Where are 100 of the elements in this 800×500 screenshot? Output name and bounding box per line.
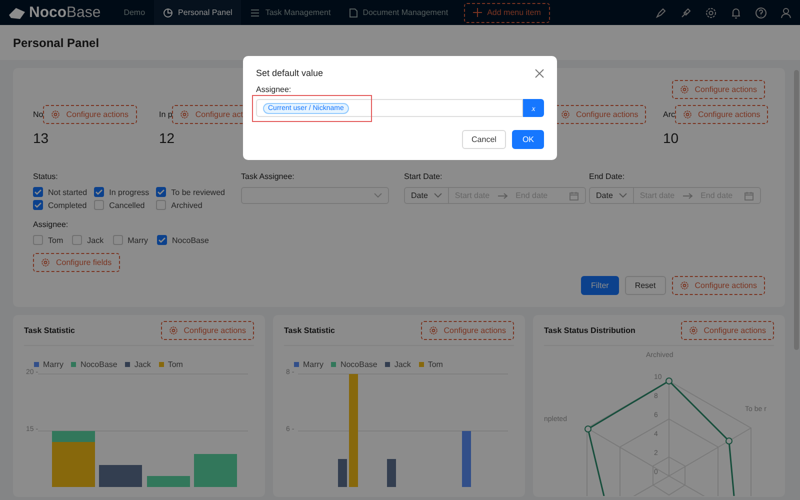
status-checkbox[interactable]: Archived: [156, 200, 225, 210]
chevron-down-icon: [374, 193, 382, 198]
date-type-select[interactable]: Date: [589, 187, 634, 204]
help-icon[interactable]: [755, 6, 767, 18]
configure-actions-button[interactable]: Configure actions: [675, 105, 768, 124]
menu-tab[interactable]: Task Management: [241, 0, 340, 25]
checkbox[interactable]: [156, 200, 166, 210]
add-menu-item-button[interactable]: Add menu item: [464, 2, 550, 22]
field-label: Start Date:: [404, 172, 444, 181]
configure-actions-button[interactable]: Configure actions: [160, 321, 254, 340]
checkbox[interactable]: [33, 200, 43, 210]
logo-text: Noco: [29, 4, 66, 21]
checkbox[interactable]: [157, 235, 168, 245]
statistic-value: 13: [33, 130, 50, 146]
configure-actions-button[interactable]: Configure actions: [43, 105, 136, 124]
bar: [147, 476, 190, 487]
variable-button[interactable]: x: [523, 99, 544, 117]
document-icon: [348, 8, 358, 18]
chart-title: Task Statistic: [284, 326, 335, 335]
status-checkbox[interactable]: To be reviewed: [156, 187, 225, 197]
data-point: [584, 426, 592, 432]
status-checkbox[interactable]: Cancelled: [94, 200, 150, 210]
checkbox[interactable]: [94, 187, 104, 197]
configure-actions-button[interactable]: Configure actions: [672, 80, 765, 99]
chevron-down-icon: [618, 193, 627, 198]
calendar-icon: [744, 190, 754, 200]
field-label: Assignee:: [33, 220, 70, 229]
configure-actions-button[interactable]: Configure actions: [680, 321, 774, 340]
bar: [194, 454, 237, 487]
field-label: Assignee:: [256, 85, 292, 94]
reset-button[interactable]: Reset: [624, 276, 666, 295]
legend-label: Tom: [428, 360, 443, 369]
configure-actions-button[interactable]: Configure actions: [672, 276, 765, 295]
logo-icon: [8, 6, 26, 20]
assignee-checkbox[interactable]: Tom: [33, 235, 64, 245]
assignee-checkbox[interactable]: Jack: [72, 235, 104, 245]
field-label: Task Assignee:: [241, 172, 296, 181]
menu-tab[interactable]: Demo: [114, 0, 154, 25]
statistic-value: 12: [159, 130, 176, 146]
chart-title: Task Status Distribution: [544, 326, 636, 335]
page-title: Personal Panel: [13, 36, 100, 50]
assignee-checkbox[interactable]: NocoBase: [157, 235, 209, 245]
field-label: Status:: [33, 172, 59, 181]
settings-icon: [180, 110, 190, 119]
ok-button[interactable]: OK: [512, 130, 544, 149]
bar: [338, 459, 347, 487]
legend-label: Jack: [394, 360, 411, 369]
settings-icon: [561, 110, 570, 119]
checkbox[interactable]: [72, 235, 82, 245]
settings-icon: [683, 110, 692, 119]
settings-icon: [41, 258, 50, 267]
settings-icon: [688, 326, 698, 335]
bar: [99, 465, 142, 487]
list-icon: [250, 8, 260, 18]
calendar-icon: [568, 190, 579, 200]
bar: [387, 459, 396, 487]
statistic-label: Arc: [663, 110, 675, 119]
checkbox[interactable]: [156, 187, 166, 197]
dialog-title: Set default value: [256, 68, 324, 78]
settings-icon: [680, 85, 689, 94]
configure-actions-button[interactable]: Configure actions: [420, 321, 514, 340]
assignee-checkbox[interactable]: Marry: [112, 235, 148, 245]
logo-text: Base: [66, 4, 101, 21]
statistic-label: No: [33, 110, 44, 119]
chevron-down-icon: [434, 193, 442, 198]
pen-icon[interactable]: [655, 6, 667, 18]
settings-icon: [428, 326, 438, 335]
menu-tab[interactable]: Document Management: [340, 0, 458, 25]
status-checkbox[interactable]: In progress: [94, 187, 150, 197]
checkbox[interactable]: [112, 235, 123, 245]
arrow-right-icon: [682, 192, 693, 198]
close-icon[interactable]: [535, 68, 544, 78]
settings-icon: [51, 110, 60, 119]
date-type-select[interactable]: Date: [404, 187, 449, 204]
user-icon[interactable]: [780, 6, 792, 18]
status-checkbox[interactable]: Not started: [33, 187, 88, 197]
checkbox[interactable]: [94, 200, 104, 210]
bar: [462, 431, 471, 487]
pie-chart-icon: [163, 8, 174, 18]
filter-button[interactable]: Filter: [581, 276, 619, 295]
checkbox[interactable]: [33, 235, 43, 245]
bell-icon[interactable]: [730, 6, 742, 18]
arrow-right-icon: [498, 192, 508, 198]
cancel-button[interactable]: Cancel: [462, 130, 506, 149]
legend-label: Marry: [303, 360, 324, 369]
field-label: End Date:: [589, 172, 626, 181]
plug-icon[interactable]: [680, 6, 692, 18]
settings-icon[interactable]: [705, 6, 717, 18]
status-checkbox[interactable]: Completed: [33, 200, 88, 210]
menu-tab[interactable]: Personal Panel: [154, 0, 242, 25]
settings-icon: [680, 281, 689, 290]
data-point: [726, 438, 732, 444]
statistic-value: 10: [663, 130, 680, 146]
data-point: [666, 378, 672, 384]
legend-label: Jack: [134, 360, 151, 369]
configure-fields-button[interactable]: Configure fields: [33, 253, 120, 272]
settings-icon: [168, 326, 178, 335]
checkbox[interactable]: [33, 187, 43, 197]
plus-icon: [473, 8, 482, 17]
legend-label: NocoBase: [340, 360, 378, 369]
